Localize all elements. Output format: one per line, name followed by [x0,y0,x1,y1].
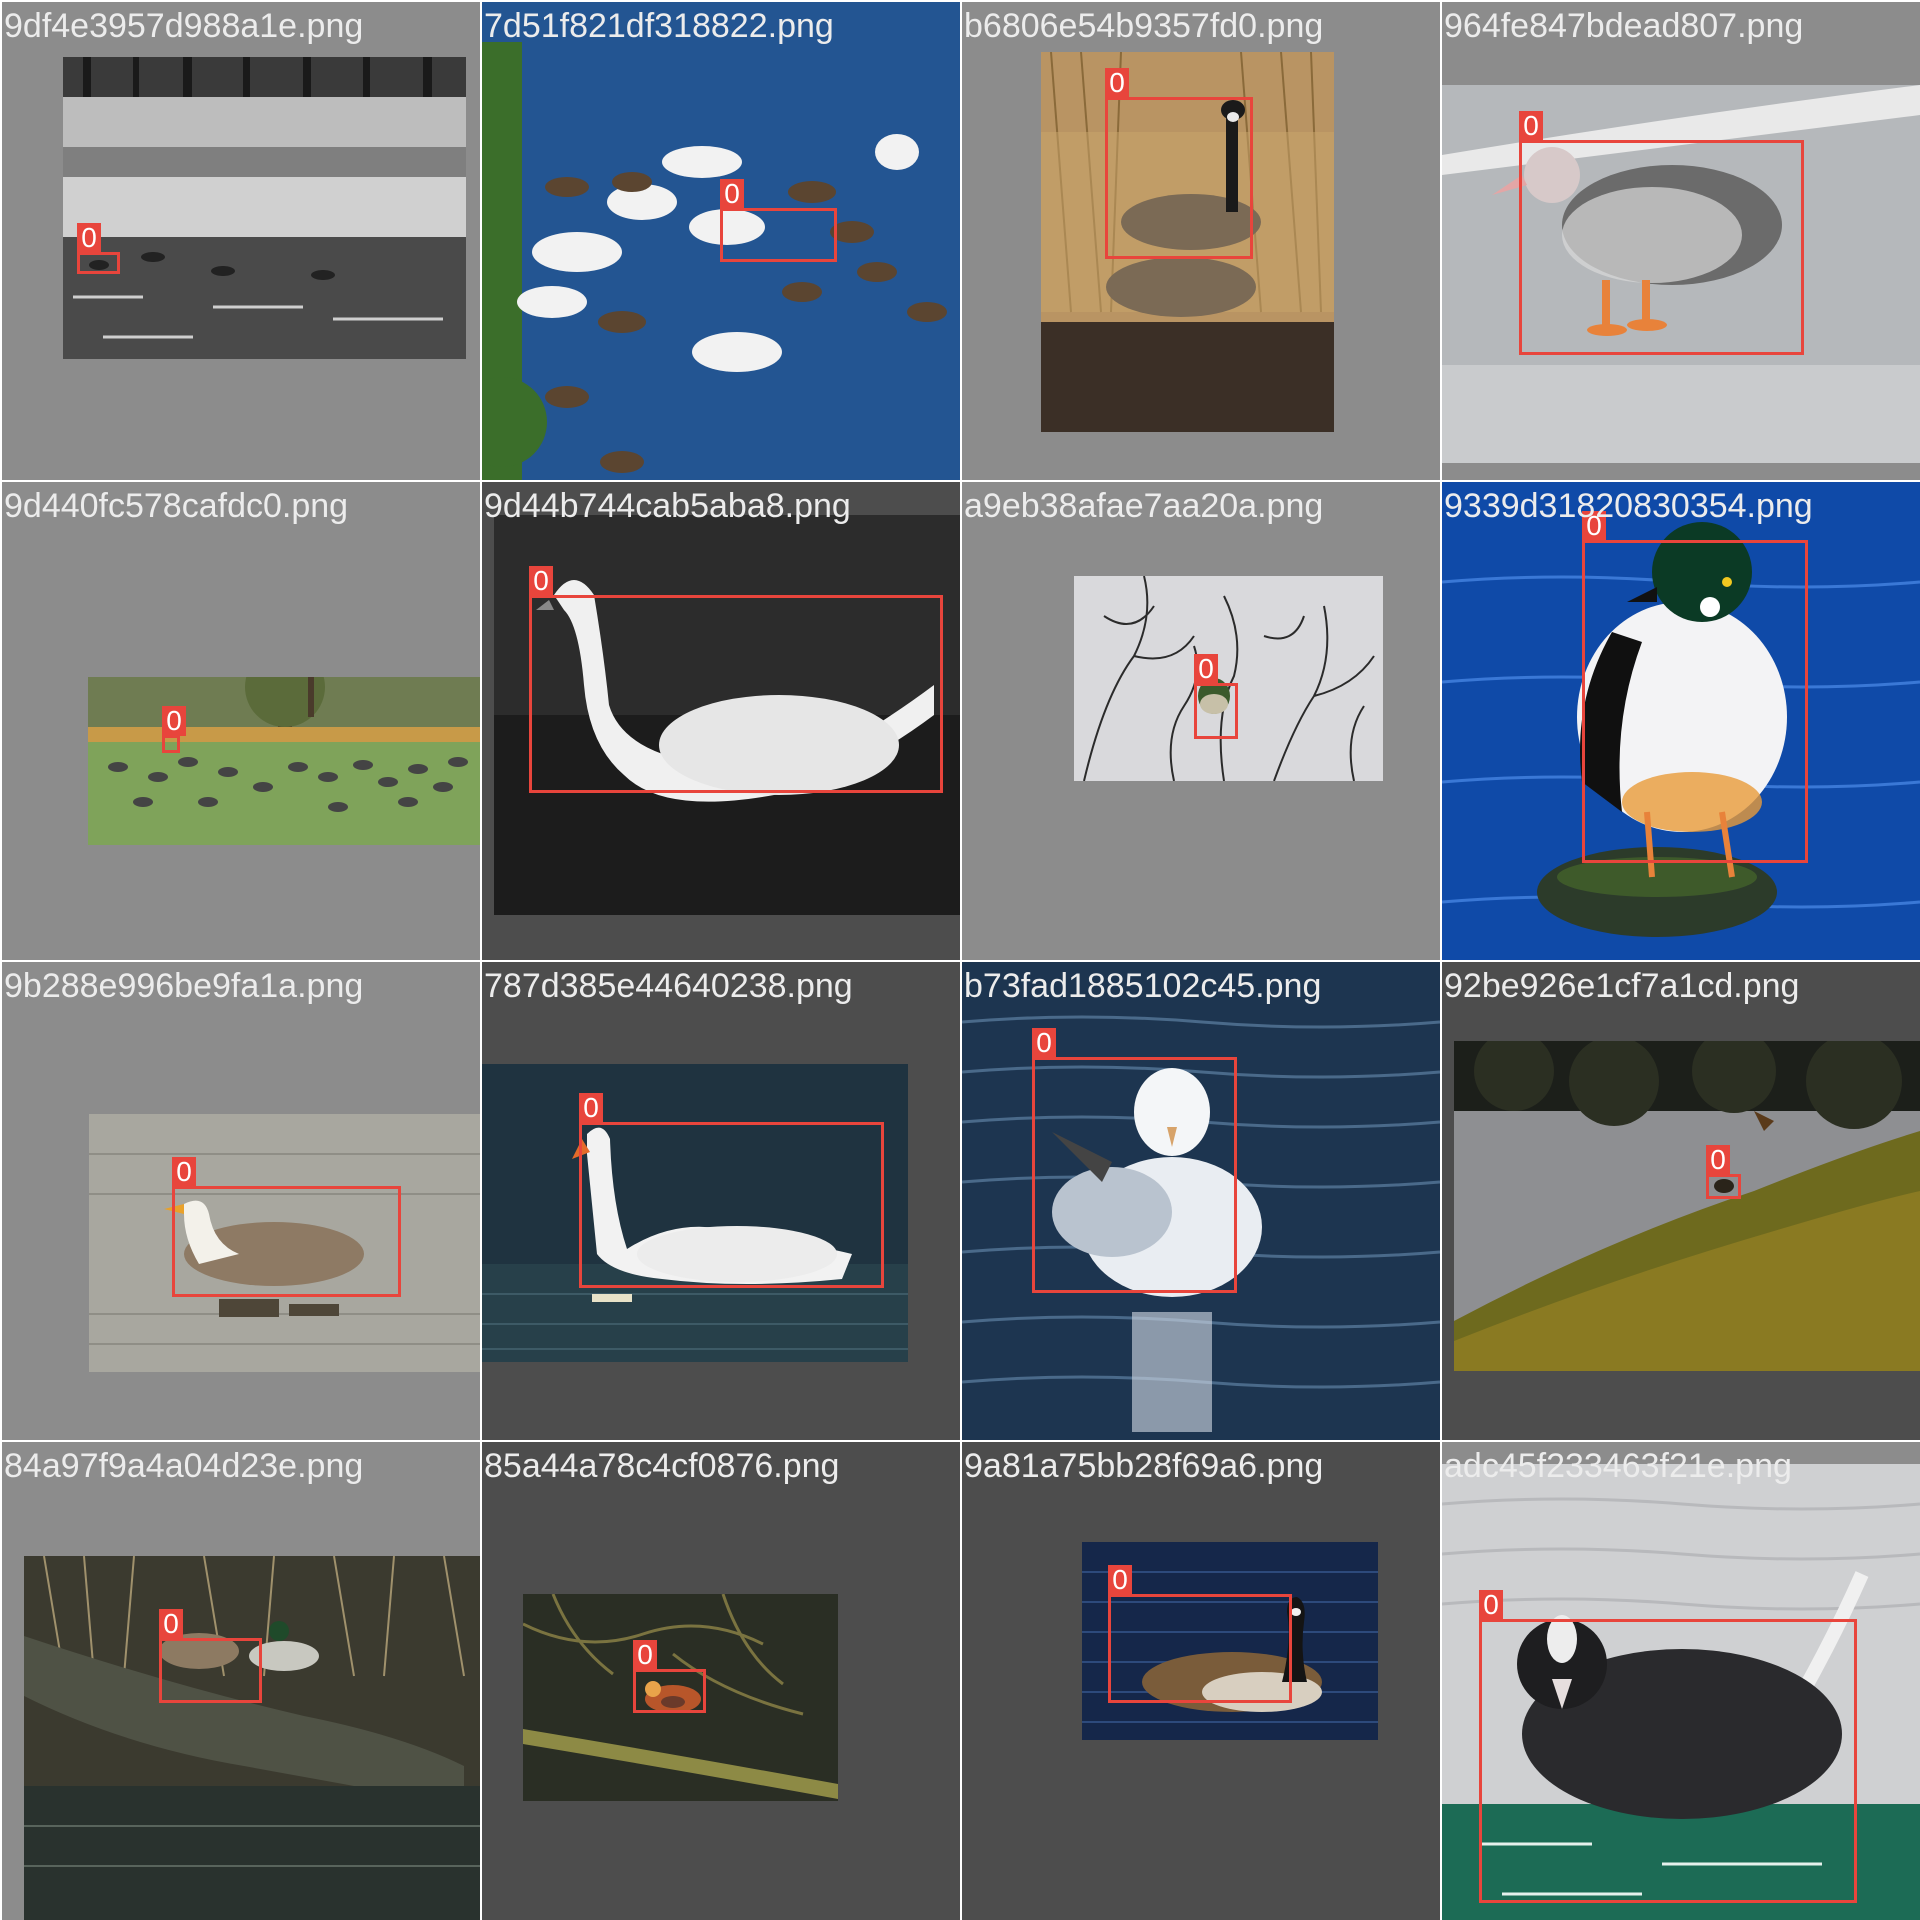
class-label: 0 [529,566,553,596]
geese-lawn-photo [88,677,480,845]
image-tile: 0 adc45f233463f21e.png [1442,1442,1920,1920]
class-label: 0 [77,223,101,253]
image-filename: a9eb38afae7aa20a.png [964,487,1324,525]
image-tile: 0 b6806e54b9357fd0.png [962,2,1440,480]
detection-box: 0 [633,1640,706,1713]
image-tile: 0 7d51f821df318822.png [482,2,960,480]
image-tile: 0 9d440fc578cafdc0.png [2,482,480,960]
detection-box: 0 [579,1093,884,1288]
bird-grassy-bank-photo [1454,1041,1920,1371]
photo [1454,1041,1920,1371]
class-label: 0 [1108,1565,1132,1595]
image-filename: 9df4e3957d988a1e.png [4,7,364,45]
detection-box: 0 [1479,1590,1857,1903]
image-filename: b6806e54b9357fd0.png [964,7,1324,45]
class-label: 0 [579,1093,603,1123]
photo [1074,576,1383,781]
class-label: 0 [1032,1028,1056,1058]
class-label: 0 [159,1609,183,1639]
class-label: 0 [1194,654,1218,684]
detection-box: 0 [1706,1145,1741,1199]
class-label: 0 [1706,1145,1730,1175]
detection-box: 0 [1105,68,1253,259]
image-filename: adc45f233463f21e.png [1444,1447,1792,1485]
class-label: 0 [1519,111,1543,141]
image-grid: 0 9df4e3957d988a1e.png 0 7d51f821df31882… [0,0,1920,1920]
class-label: 0 [172,1157,196,1187]
image-filename: 787d385e44640238.png [484,967,853,1005]
duck-branches-photo [1074,576,1383,781]
image-tile: 0 9d44b744cab5aba8.png [482,482,960,960]
class-label: 0 [1479,1590,1503,1620]
image-tile: 0 a9eb38afae7aa20a.png [962,482,1440,960]
image-filename: 85a44a78c4cf0876.png [484,1447,840,1485]
photo [63,57,466,359]
bw-pond-photo [63,57,466,359]
image-tile: 0 92be926e1cf7a1cd.png [1442,962,1920,1440]
detection-box: 0 [1582,511,1808,863]
image-tile: 0 964fe847bdead807.png [1442,2,1920,480]
class-label: 0 [633,1640,657,1670]
class-label: 0 [1105,68,1129,98]
image-filename: 9339d31820830354.png [1444,487,1813,525]
image-tile: 0 b73fad1885102c45.png [962,962,1440,1440]
image-tile: 0 9a81a75bb28f69a6.png [962,1442,1440,1920]
image-tile: 0 84a97f9a4a04d23e.png [2,1442,480,1920]
image-filename: 7d51f821df318822.png [484,7,834,45]
detection-box: 0 [1032,1028,1237,1293]
image-filename: 964fe847bdead807.png [1444,7,1804,45]
image-filename: 84a97f9a4a04d23e.png [4,1447,364,1485]
image-tile: 0 787d385e44640238.png [482,962,960,1440]
photo [24,1556,480,1920]
image-filename: 9b288e996be9fa1a.png [4,967,364,1005]
detection-box: 0 [1519,111,1804,355]
photo [88,677,480,845]
detection-box: 0 [1108,1565,1292,1703]
image-filename: 92be926e1cf7a1cd.png [1444,967,1800,1005]
class-label: 0 [162,706,186,736]
image-filename: b73fad1885102c45.png [964,967,1322,1005]
detection-box: 0 [529,566,943,793]
detection-box: 0 [172,1157,401,1297]
image-tile: 0 9df4e3957d988a1e.png [2,2,480,480]
detection-box: 0 [77,223,120,274]
mallards-log-photo [24,1556,480,1920]
detection-box: 0 [162,706,186,753]
detection-box: 0 [720,179,837,262]
image-filename: 9a81a75bb28f69a6.png [964,1447,1324,1485]
image-filename: 9d44b744cab5aba8.png [484,487,851,525]
image-tile: 0 9b288e996be9fa1a.png [2,962,480,1440]
class-label: 0 [720,179,744,209]
image-tile: 0 85a44a78c4cf0876.png [482,1442,960,1920]
image-tile: 0 9339d31820830354.png [1442,482,1920,960]
image-filename: 9d440fc578cafdc0.png [4,487,349,525]
detection-box: 0 [159,1609,262,1703]
detection-box: 0 [1194,654,1238,739]
